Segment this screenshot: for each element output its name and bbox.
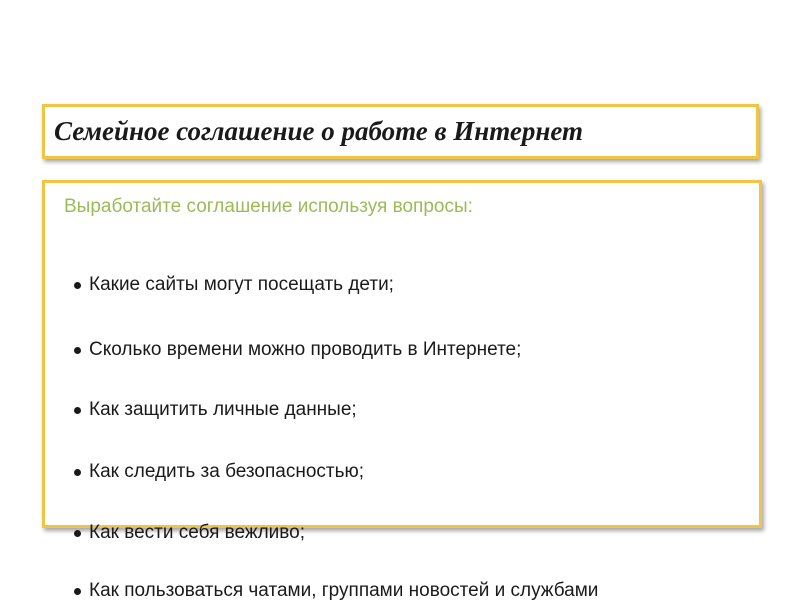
title-box: Семейное соглашение о работе в Интернет [42,104,759,159]
bullet-icon [74,529,81,537]
bullet-item: Как пользоваться чатами, группами новост… [74,580,598,600]
slide-title: Семейное соглашение о работе в Интернет [54,116,584,146]
slide: Семейное соглашение о работе в Интернет … [0,0,800,600]
bullet-text: Как пользоваться чатами, группами новост… [89,580,599,600]
slide-subtitle: Выработайте соглашение используя вопросы… [64,196,473,217]
content-box [42,180,762,528]
bullet-icon [74,587,81,595]
